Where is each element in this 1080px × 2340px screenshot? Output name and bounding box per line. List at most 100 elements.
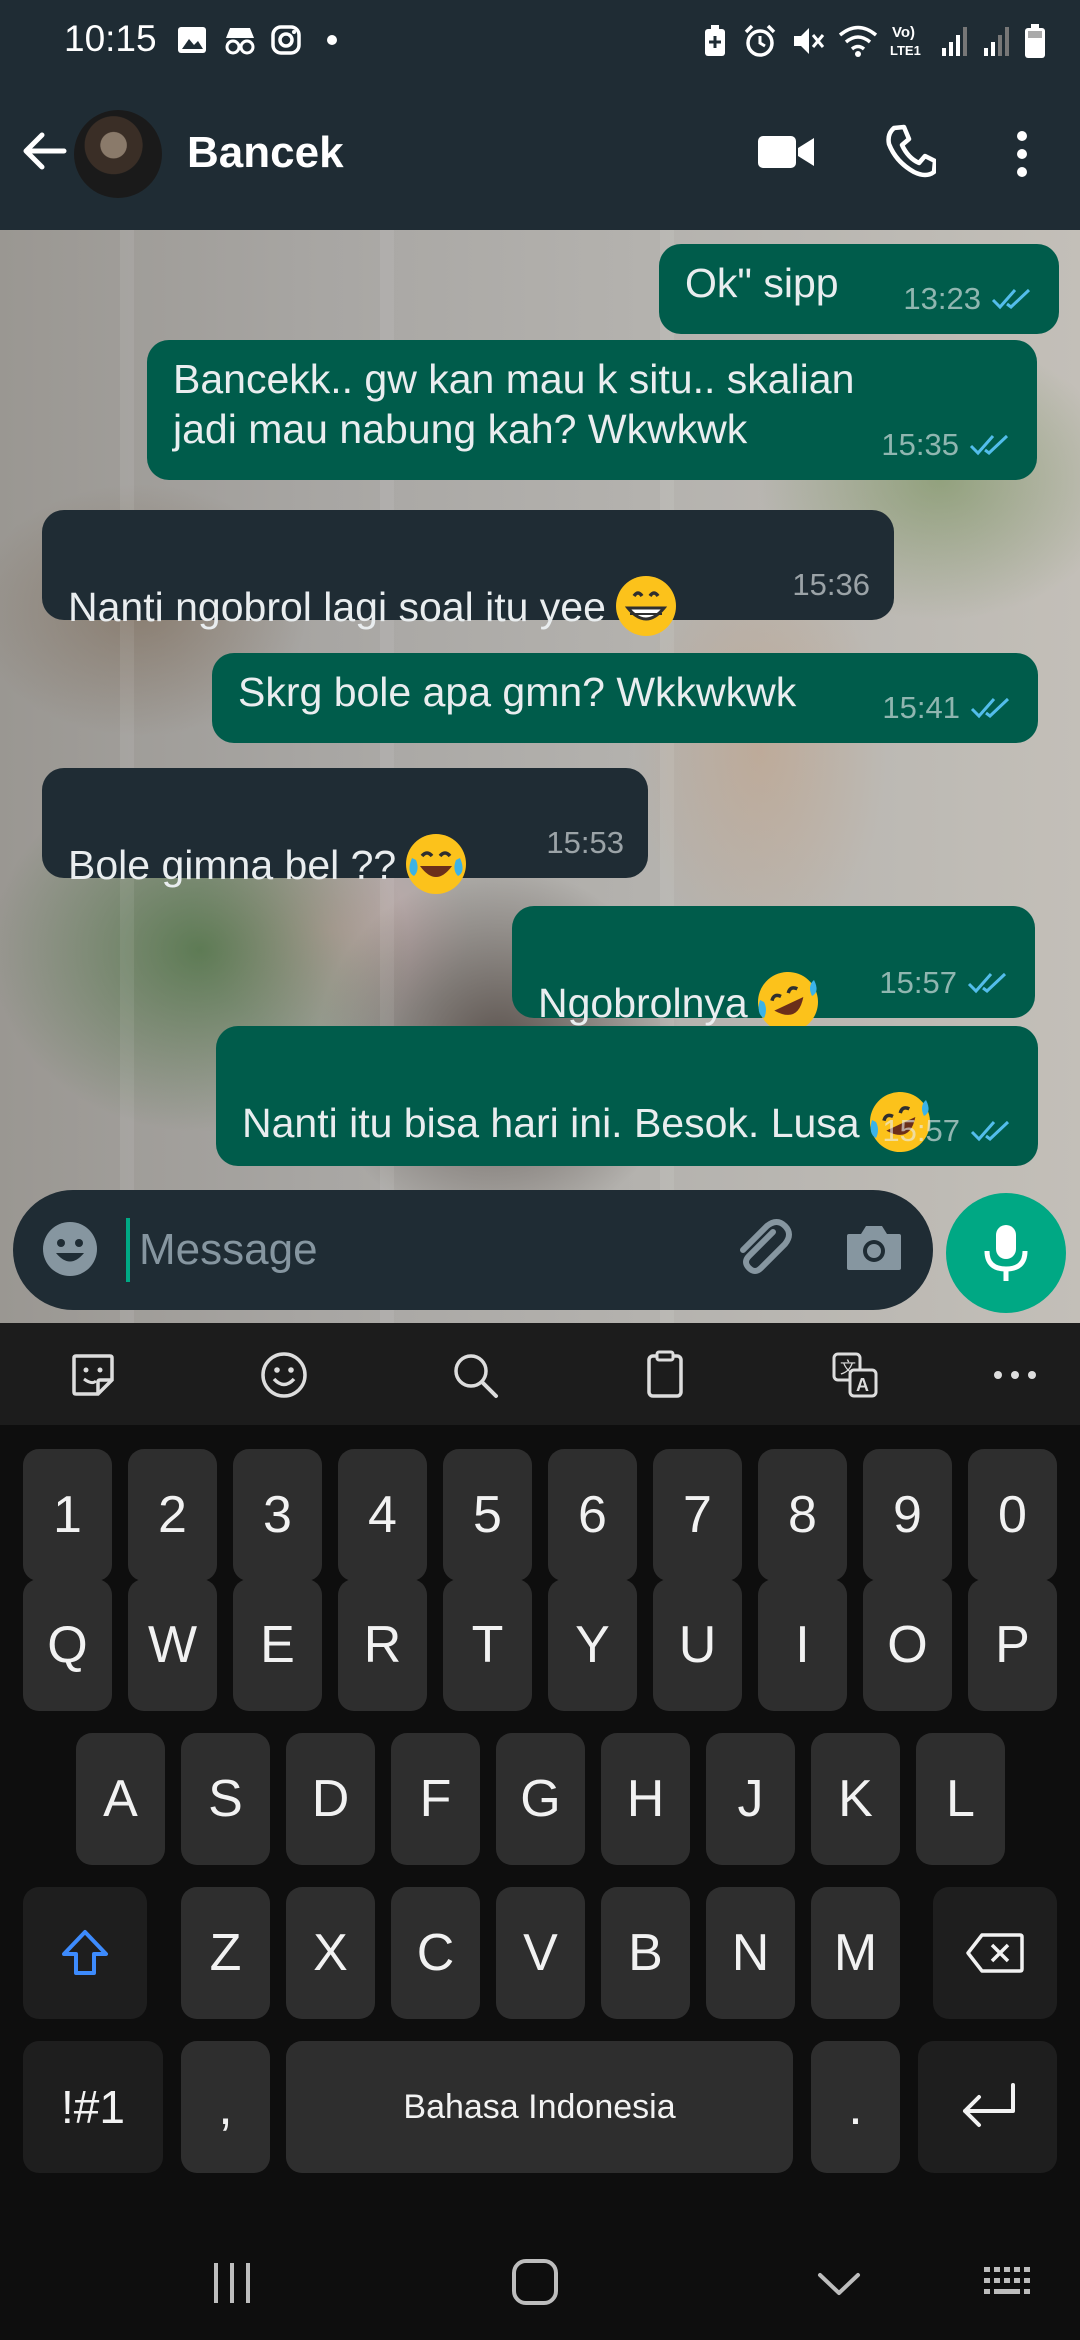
key-g[interactable]: G <box>496 1733 585 1865</box>
key-6[interactable]: 6 <box>548 1449 637 1581</box>
key-b[interactable]: B <box>601 1887 690 2019</box>
translate-icon[interactable]: 文A <box>830 1350 880 1400</box>
alarm-icon <box>744 24 776 57</box>
key-d[interactable]: D <box>286 1733 375 1865</box>
key-1[interactable]: 1 <box>23 1449 112 1581</box>
message-meta: 15:53 <box>546 818 624 868</box>
incognito-icon <box>225 28 255 55</box>
key-t[interactable]: T <box>443 1579 532 1711</box>
svg-text:A: A <box>856 1375 869 1395</box>
key-z[interactable]: Z <box>181 1887 270 2019</box>
key-9[interactable]: 9 <box>863 1449 952 1581</box>
search-icon[interactable] <box>450 1350 500 1400</box>
keyboard: 文A 1 2 3 4 5 6 7 8 9 0 Q W E R T Y U I O… <box>0 1323 1080 2195</box>
key-2[interactable]: 2 <box>128 1449 217 1581</box>
key-8[interactable]: 8 <box>758 1449 847 1581</box>
enter-icon <box>962 2083 1015 2127</box>
contact-avatar[interactable] <box>74 110 162 198</box>
key-a[interactable]: A <box>76 1733 165 1865</box>
chat-messages[interactable]: Ok" sipp 13:23 Bancekk.. gw kan mau k si… <box>0 230 1080 1323</box>
key-w[interactable]: W <box>128 1579 217 1711</box>
key-y[interactable]: Y <box>548 1579 637 1711</box>
message-meta: 13:23 <box>903 274 1035 324</box>
key-p[interactable]: P <box>968 1579 1057 1711</box>
home-icon[interactable] <box>510 2257 560 2307</box>
message-meta: 15:36 <box>792 560 870 610</box>
camera-icon[interactable] <box>843 1216 905 1278</box>
attach-icon[interactable] <box>727 1214 795 1282</box>
message-bubble-outgoing[interactable]: Bancekk.. gw kan mau k situ.. skalian ja… <box>147 340 1037 480</box>
more-options-icon[interactable] <box>1010 128 1034 180</box>
chat-header: Bancek <box>0 80 1080 230</box>
message-bubble-outgoing[interactable]: Ngobrolnya 15:57 <box>512 906 1035 1033</box>
read-receipt-icon <box>991 288 1031 310</box>
key-l[interactable]: L <box>916 1733 1005 1865</box>
message-time: 15:36 <box>792 567 870 602</box>
key-r[interactable]: R <box>338 1579 427 1711</box>
period-key[interactable]: . <box>811 2041 900 2173</box>
emoji-icon[interactable] <box>259 1350 309 1400</box>
key-e[interactable]: E <box>233 1579 322 1711</box>
key-0[interactable]: 0 <box>968 1449 1057 1581</box>
message-text: Bole gimna bel ?? <box>68 842 397 888</box>
clipboard-icon[interactable] <box>640 1350 690 1400</box>
message-bubble-incoming[interactable]: Bole gimna bel ?? 15:53 <box>42 768 648 895</box>
message-bubble-outgoing[interactable]: Nanti itu bisa hari ini. Besok. Lusa 15:… <box>216 1026 1038 1166</box>
battery-saver-icon <box>705 25 725 56</box>
key-k[interactable]: K <box>811 1733 900 1865</box>
key-s[interactable]: S <box>181 1733 270 1865</box>
key-n[interactable]: N <box>706 1887 795 2019</box>
wifi-icon <box>838 25 878 57</box>
key-j[interactable]: J <box>706 1733 795 1865</box>
message-bubble-outgoing[interactable]: Skrg bole apa gmn? Wkkwkwk 15:41 <box>212 653 1038 743</box>
key-v[interactable]: V <box>496 1887 585 2019</box>
space-bar[interactable]: Bahasa Indonesia <box>286 2041 793 2173</box>
symbols-key[interactable]: !#1 <box>23 2041 163 2173</box>
message-content: Nanti ngobrol lagi soal itu yee <box>68 532 868 638</box>
emoji-icon[interactable] <box>41 1220 99 1278</box>
key-q[interactable]: Q <box>23 1579 112 1711</box>
key-3[interactable]: 3 <box>233 1449 322 1581</box>
enter-key[interactable] <box>918 2041 1057 2173</box>
message-text: Nanti ngobrol lagi soal itu yee <box>68 584 606 630</box>
text-cursor <box>126 1218 130 1282</box>
backspace-key[interactable] <box>933 1887 1057 2019</box>
key-f[interactable]: F <box>391 1733 480 1865</box>
back-arrow-icon[interactable] <box>18 125 70 177</box>
key-5[interactable]: 5 <box>443 1449 532 1581</box>
recent-apps-icon[interactable] <box>210 2261 254 2305</box>
key-m[interactable]: M <box>811 1887 900 2019</box>
voice-message-button[interactable] <box>946 1193 1066 1313</box>
hide-keyboard-icon[interactable] <box>816 2269 862 2299</box>
message-input[interactable] <box>139 1210 699 1290</box>
video-call-icon[interactable] <box>756 130 816 174</box>
contact-name[interactable]: Bancek <box>187 128 344 178</box>
signal-sim2-icon <box>984 27 1009 56</box>
message-bubble-outgoing[interactable]: Ok" sipp 13:23 <box>659 244 1059 334</box>
key-h[interactable]: H <box>601 1733 690 1865</box>
signal-sim1-icon <box>942 27 967 56</box>
message-bubble-incoming[interactable]: Nanti ngobrol lagi soal itu yee 15:36 <box>42 510 894 637</box>
key-x[interactable]: X <box>286 1887 375 2019</box>
read-receipt-icon <box>967 972 1007 994</box>
key-c[interactable]: C <box>391 1887 480 2019</box>
shift-key[interactable] <box>23 1887 147 2019</box>
key-o[interactable]: O <box>863 1579 952 1711</box>
key-i[interactable]: I <box>758 1579 847 1711</box>
key-4[interactable]: 4 <box>338 1449 427 1581</box>
message-text: Nanti itu bisa hari ini. Besok. Lusa <box>242 1100 860 1146</box>
more-options-icon[interactable] <box>990 1350 1040 1400</box>
comma-key[interactable]: , <box>181 2041 270 2173</box>
backspace-icon <box>966 1933 1024 1973</box>
system-navigation-bar <box>0 2195 1080 2340</box>
voice-call-icon[interactable] <box>886 124 936 178</box>
keyboard-switch-icon[interactable] <box>982 2263 1034 2303</box>
read-receipt-icon <box>970 697 1010 719</box>
microphone-icon <box>984 1225 1028 1281</box>
key-u[interactable]: U <box>653 1579 742 1711</box>
sticker-icon[interactable] <box>68 1350 118 1400</box>
message-meta: 15:57 <box>882 1106 1014 1156</box>
key-7[interactable]: 7 <box>653 1449 742 1581</box>
message-meta: 15:57 <box>879 958 1011 1008</box>
message-time: 13:23 <box>903 281 981 316</box>
